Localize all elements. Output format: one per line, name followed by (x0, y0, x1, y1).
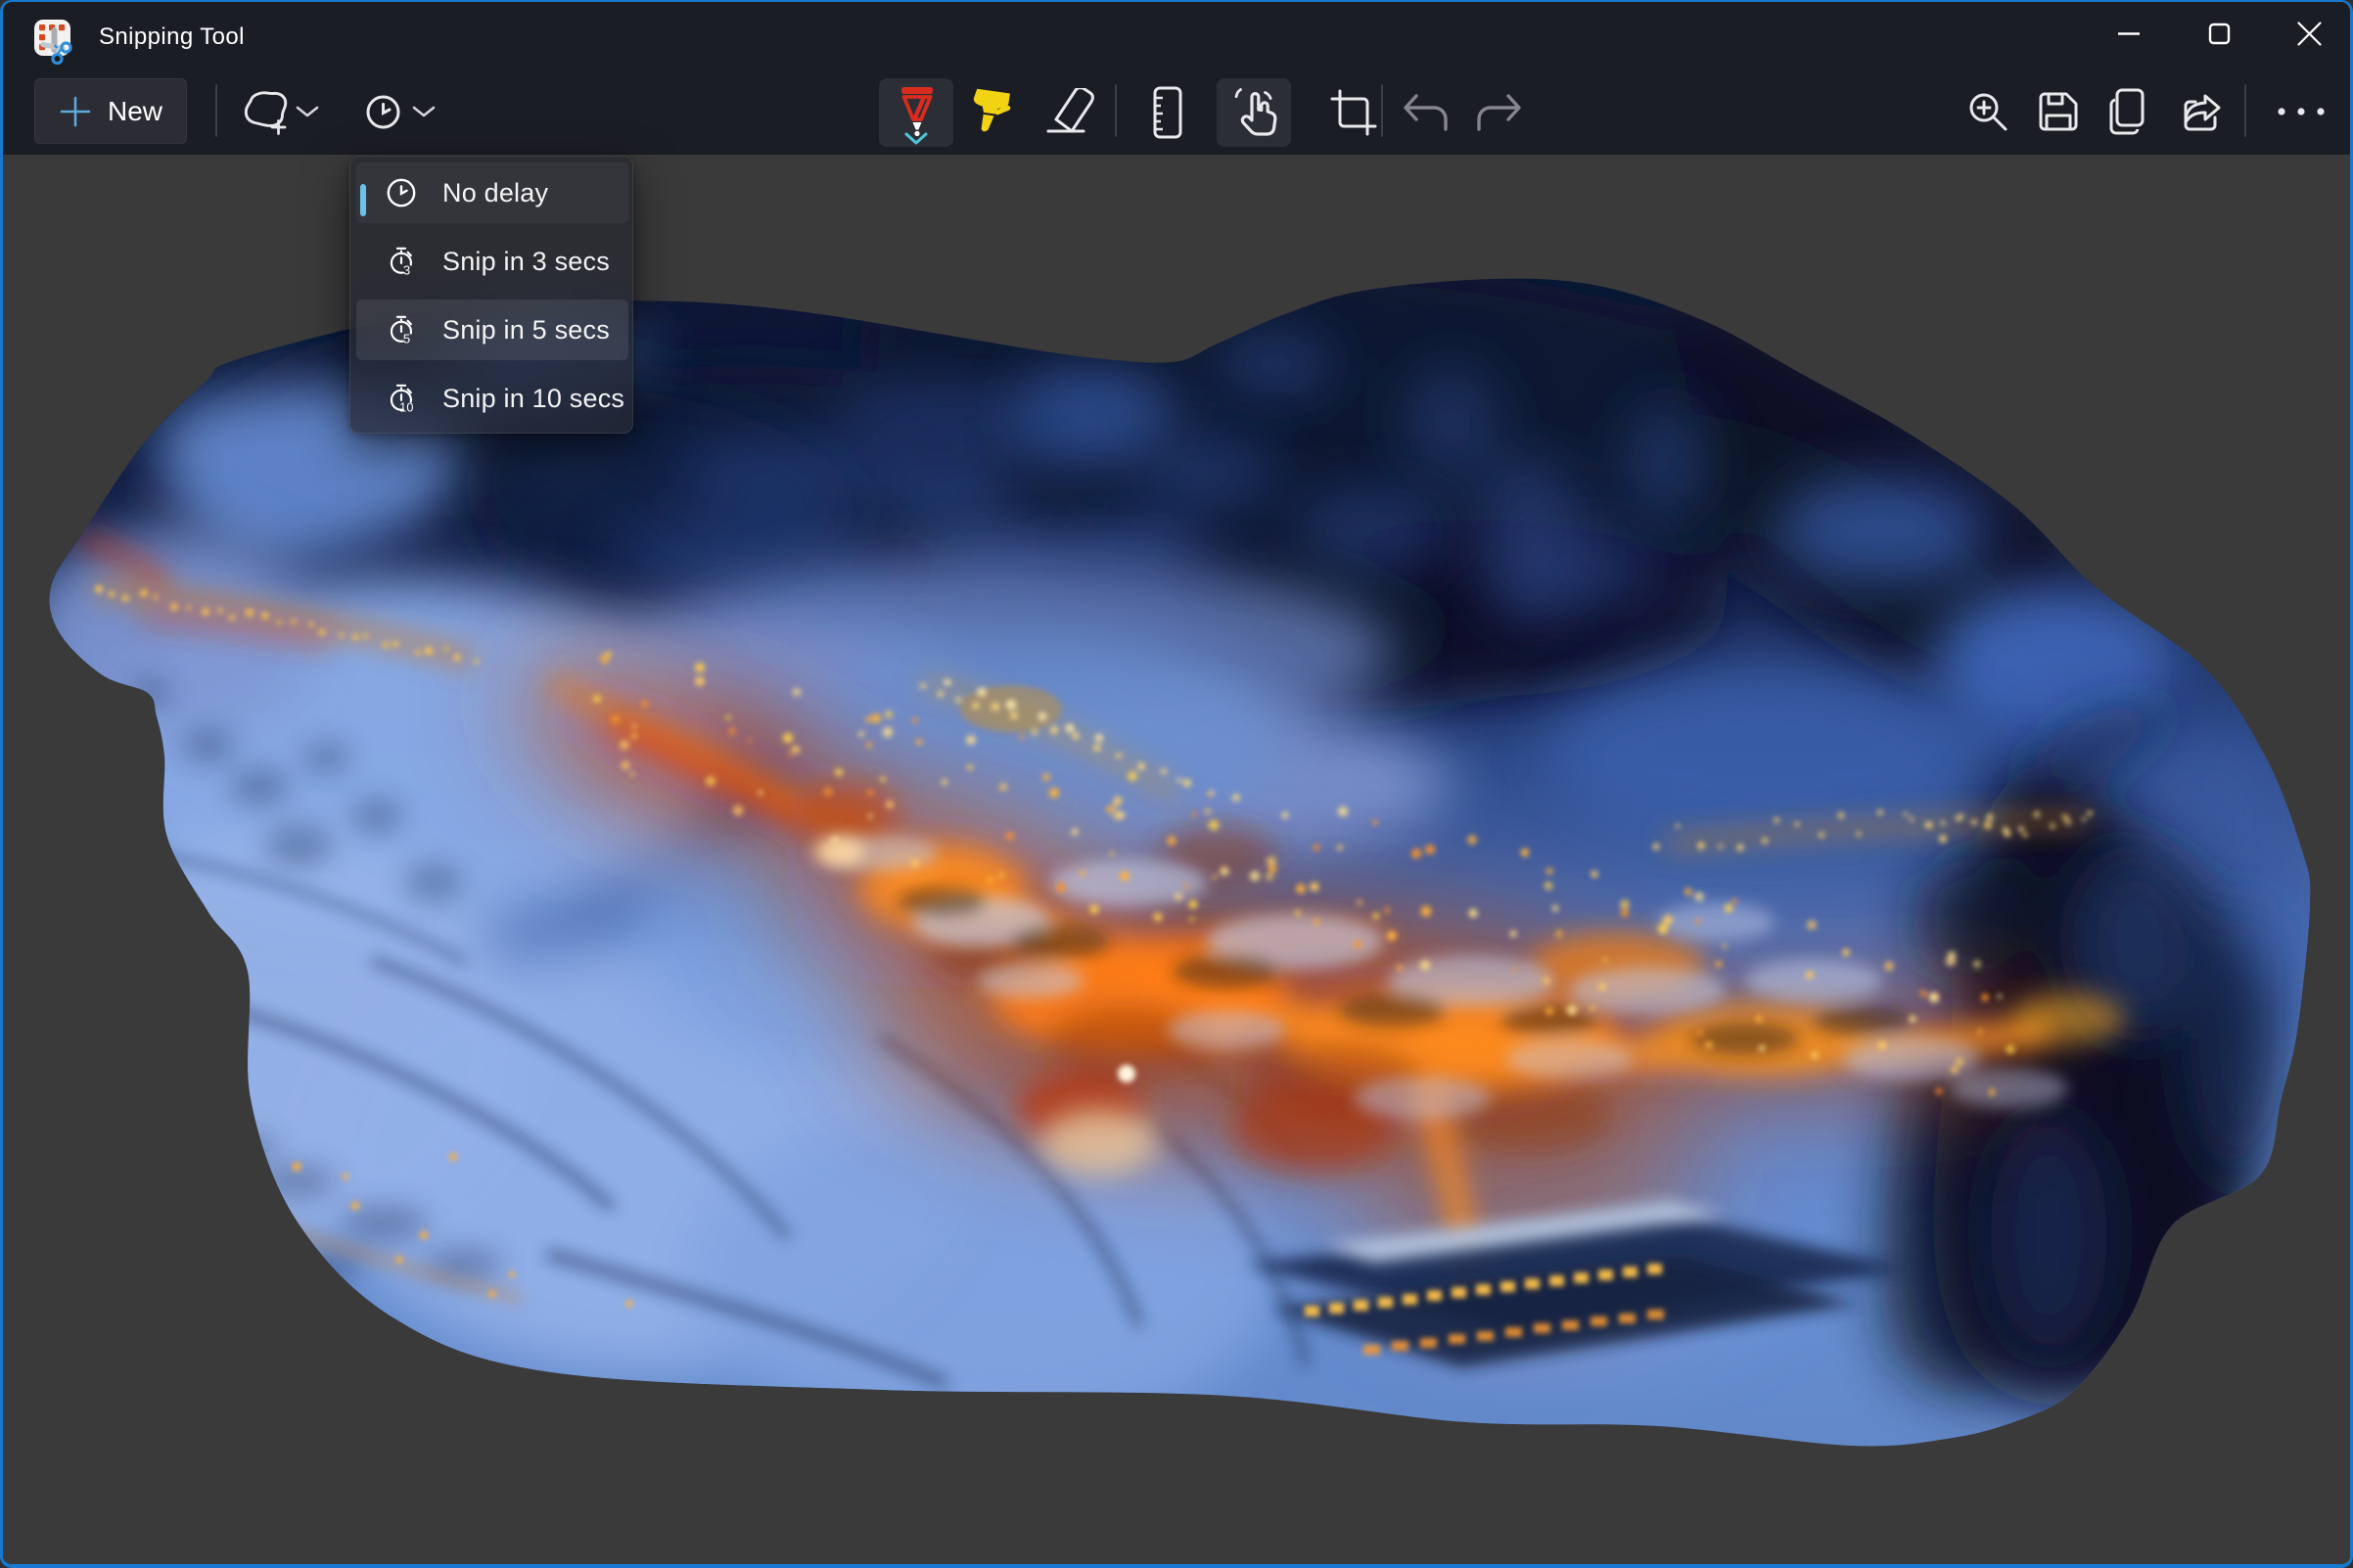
svg-text:5: 5 (403, 332, 411, 346)
svg-text:10: 10 (399, 401, 414, 414)
svg-text:3: 3 (403, 263, 411, 277)
